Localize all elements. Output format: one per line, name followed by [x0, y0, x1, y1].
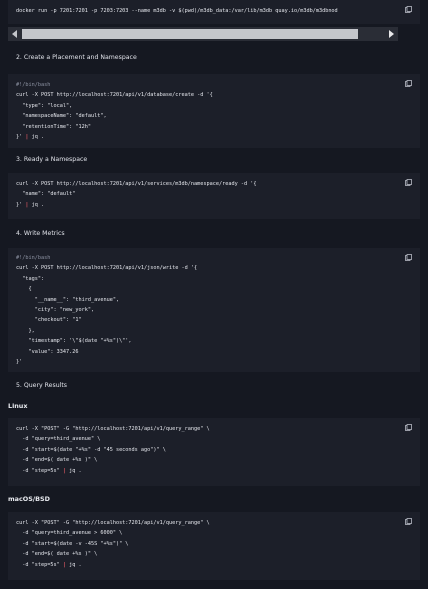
code-line-pipe: }' | jq .	[16, 133, 45, 140]
copy-icon[interactable]	[405, 518, 412, 525]
code-line: #!/bin/bash	[16, 255, 51, 261]
code-line: },	[16, 327, 35, 334]
code-line: "namespaceName": "default",	[16, 113, 107, 120]
copy-icon[interactable]	[405, 424, 412, 431]
scroll-left-arrow-icon[interactable]	[12, 30, 17, 38]
section-heading-2: 2. Create a Placement and Namespace	[16, 54, 137, 61]
code-line: curl -X "POST" -G "http://localhost:7201…	[16, 426, 210, 432]
code-line: -d "end=$( date +%s )" \	[16, 551, 98, 558]
code-block-create-placement: #!/bin/bash curl -X POST http://localhost…	[8, 74, 420, 148]
section-heading-4: 4. Write Metrics	[16, 230, 65, 237]
section-heading-3: 3. Ready a Namespace	[16, 156, 88, 163]
code-block-ready-namespace: curl -X POST http://localhost:7201/api/v…	[8, 173, 420, 219]
code-line: "timestamp": '\"$(date "+%s")\"',	[16, 338, 132, 345]
code-line: }'	[16, 358, 23, 365]
code-line: "tags":	[16, 275, 45, 282]
code-line: -d "start=$(date "+%s" -d "45 seconds ag…	[16, 446, 166, 453]
subheading-macos-bsd: macOS/BSD	[8, 495, 50, 503]
code-block-write-metrics: #!/bin/bash curl -X POST http://localhost…	[8, 248, 420, 372]
code-line: "__name__": "third_avenue",	[16, 296, 120, 303]
code-line: "type": "local",	[16, 102, 73, 109]
code-line: "value": 3347.26	[16, 348, 79, 355]
code-line: docker run -p 7201:7201 -p 7203:7203 --n…	[16, 8, 338, 14]
code-block-docker-run: docker run -p 7201:7201 -p 7203:7203 --n…	[8, 0, 420, 24]
code-block-query-linux: curl -X "POST" -G "http://localhost:7201…	[8, 418, 420, 486]
code-line: {	[16, 286, 32, 293]
horizontal-scrollbar[interactable]	[8, 27, 398, 41]
code-line: "city": "new_york",	[16, 306, 95, 313]
copy-icon[interactable]	[405, 80, 412, 87]
section-heading-5: 5. Query Results	[16, 382, 67, 389]
scroll-right-arrow-icon[interactable]	[389, 30, 394, 38]
code-block-query-macos: curl -X "POST" -G "http://localhost:7201…	[8, 512, 420, 580]
code-line: curl -X POST http://localhost:7201/api/v…	[16, 265, 198, 272]
code-line: "name": "default"	[16, 191, 76, 198]
code-line: curl -X "POST" -G "http://localhost:7201…	[16, 520, 210, 526]
code-line: -d "query=third_avenue" \	[16, 436, 101, 443]
code-line: curl -X POST http://localhost:7201/api/v…	[16, 181, 257, 187]
copy-icon[interactable]	[405, 179, 412, 186]
code-line: curl -X POST http://localhost:7201/api/v…	[16, 92, 213, 99]
code-line-pipe: -d "step=5s" | jq .	[16, 561, 82, 568]
code-line: "checkout": "1"	[16, 317, 82, 324]
code-line-pipe: -d "step=5s" | jq .	[16, 467, 82, 474]
copy-icon[interactable]	[405, 254, 412, 261]
copy-icon[interactable]	[405, 6, 412, 13]
code-line: "retentionTime": "12h"	[16, 123, 91, 130]
scrollbar-thumb[interactable]	[22, 29, 358, 39]
code-line: #!/bin/bash	[16, 82, 51, 88]
docs-page: docker run -p 7201:7201 -p 7203:7203 --n…	[0, 0, 428, 589]
code-line: -d "query=third_avenue > 6000" \	[16, 530, 123, 537]
code-line: -d "end=$( date +%s )" \	[16, 457, 98, 464]
code-line: -d "start=$(date -v -45S "+%s")" \	[16, 540, 129, 547]
subheading-linux: Linux	[8, 402, 28, 410]
code-line-pipe: }' | jq .	[16, 201, 45, 208]
